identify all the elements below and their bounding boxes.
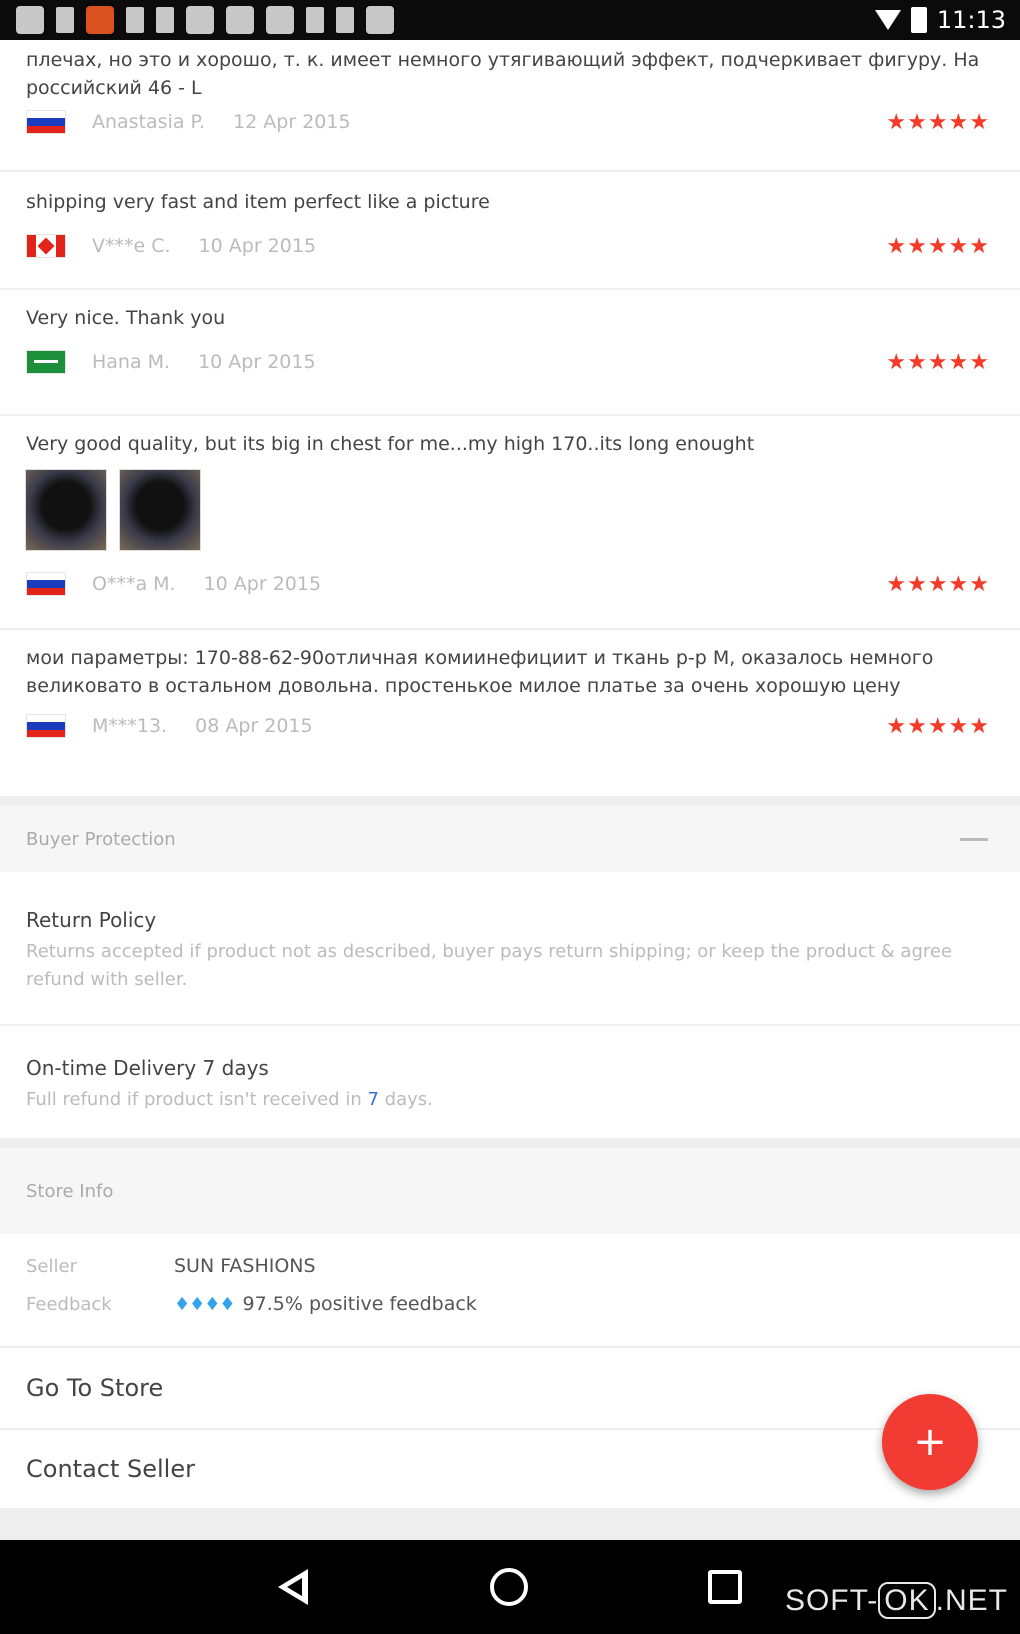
- clock: 11:13: [936, 6, 1006, 34]
- flag-russia-icon: [26, 714, 66, 738]
- seller-label: Seller: [26, 1255, 77, 1277]
- feedback-label: Feedback: [26, 1293, 112, 1315]
- image-icon: [266, 6, 294, 34]
- review-photo[interactable]: [26, 470, 106, 550]
- return-policy-title: Return Policy: [26, 908, 157, 932]
- home-button[interactable]: [490, 1568, 528, 1606]
- flag-russia-icon: [26, 572, 66, 596]
- return-policy-desc: Returns accepted if product not as descr…: [26, 941, 953, 990]
- back-button[interactable]: [278, 1569, 310, 1605]
- review-item: Very nice. Thank you Hana M. 10 Apr 2015…: [0, 290, 1020, 416]
- bottom-spacer: [0, 1508, 1020, 1540]
- store-info: Seller SUN FASHIONS Feedback ♦♦♦♦ 97.5% …: [26, 1247, 986, 1323]
- reviewer-name: M***13.: [92, 715, 168, 737]
- review-photo[interactable]: [120, 470, 200, 550]
- download-icon: [56, 7, 74, 33]
- whatsapp-icon: [16, 6, 44, 34]
- status-right: 11:13: [874, 6, 1020, 34]
- battery-icon: [910, 7, 927, 33]
- section-title: Buyer Protection: [26, 828, 176, 850]
- flag-russia-icon: [26, 110, 66, 134]
- watermark-logo: SOFT- OK .NET: [784, 1582, 1008, 1619]
- app-root: 11:13 плечах, но это и хорошо, т. к. име…: [0, 0, 1020, 1634]
- contact-seller-button[interactable]: Contact Seller: [0, 1430, 1020, 1508]
- review-list: плечах, но это и хорошо, т. к. имеет нем…: [0, 40, 1020, 778]
- feedback-value: 97.5% positive feedback: [242, 1293, 477, 1315]
- review-meta: M***13. 08 Apr 2015 ★★★★★: [26, 706, 990, 746]
- camera-icon: [366, 6, 394, 34]
- plus-icon: +: [913, 1419, 947, 1465]
- seller-name: SUN FASHIONS: [174, 1255, 316, 1277]
- reviewer-name: O***a M.: [92, 573, 176, 595]
- buyer-protection-header[interactable]: Buyer Protection: [0, 796, 1020, 872]
- mail-icon: [226, 6, 254, 34]
- delivery-title: On-time Delivery 7 days: [26, 1056, 269, 1080]
- review-item: плечах, но это и хорошо, т. к. имеет нем…: [0, 40, 1020, 172]
- review-text: плечах, но это и хорошо, т. к. имеет нем…: [26, 49, 980, 99]
- delivery-days: 7: [367, 1089, 379, 1110]
- review-text: Very good quality, but its big in chest …: [26, 433, 755, 455]
- status-bar: 11:13: [0, 0, 1020, 40]
- file-icon: [306, 7, 324, 33]
- diamond-rating-icon: ♦♦♦♦: [174, 1293, 236, 1315]
- flag-canada-icon: [26, 234, 66, 258]
- reviewer-name: Anastasia P.: [92, 111, 206, 133]
- feedback-row: Feedback ♦♦♦♦ 97.5% positive feedback: [26, 1285, 986, 1323]
- return-policy: Return Policy Returns accepted if produc…: [0, 908, 1020, 994]
- go-to-store-button[interactable]: Go To Store: [0, 1348, 1020, 1430]
- review-photos: [26, 470, 990, 550]
- add-fab-button[interactable]: +: [882, 1394, 978, 1490]
- store-info-header: Store Info: [0, 1138, 1020, 1234]
- star-rating: ★★★★★: [886, 713, 990, 739]
- review-item: shipping very fast and item perfect like…: [0, 172, 1020, 290]
- review-date: 08 Apr 2015: [195, 715, 313, 737]
- review-meta: O***a M. 10 Apr 2015 ★★★★★: [26, 564, 990, 604]
- review-text: мои параметры: 170-88-62-90отличная коми…: [26, 647, 934, 697]
- delivery-desc: Full refund if product isn't received in…: [26, 1089, 433, 1110]
- review-item: Very good quality, but its big in chest …: [0, 416, 1020, 630]
- review-meta: Anastasia P. 12 Apr 2015 ★★★★★: [26, 102, 990, 142]
- calendar-icon: [186, 6, 214, 34]
- section-title: Store Info: [26, 1180, 114, 1202]
- star-rating: ★★★★★: [886, 349, 990, 375]
- wifi-icon: [874, 10, 901, 30]
- review-meta: Hana M. 10 Apr 2015 ★★★★★: [26, 342, 990, 382]
- star-rating: ★★★★★: [886, 109, 990, 135]
- reviewer-name: Hana M.: [92, 351, 171, 373]
- divider: [0, 1024, 1020, 1026]
- seller-row: Seller SUN FASHIONS: [26, 1247, 986, 1285]
- review-meta: V***e C. 10 Apr 2015 ★★★★★: [26, 226, 990, 266]
- pin-icon: [336, 7, 354, 33]
- review-date: 10 Apr 2015: [198, 235, 317, 257]
- review-date: 12 Apr 2015: [233, 111, 351, 133]
- collapse-icon[interactable]: [960, 837, 988, 841]
- go-to-store-label: Go To Store: [26, 1374, 164, 1402]
- review-date: 10 Apr 2015: [198, 351, 316, 373]
- review-text: shipping very fast and item perfect like…: [26, 191, 490, 213]
- sim-icon: [156, 7, 174, 33]
- review-item: мои параметры: 170-88-62-90отличная коми…: [0, 630, 1020, 778]
- news-icon: [86, 6, 114, 34]
- on-time-delivery: On-time Delivery 7 days Full refund if p…: [0, 1056, 1020, 1114]
- review-text: Very nice. Thank you: [26, 307, 226, 329]
- notification-icons: [0, 6, 394, 34]
- pin-icon: [126, 7, 144, 33]
- star-rating: ★★★★★: [886, 233, 990, 259]
- star-rating: ★★★★★: [886, 571, 990, 597]
- flag-saudi-arabia-icon: [26, 350, 66, 374]
- review-date: 10 Apr 2015: [203, 573, 322, 595]
- reviewer-name: V***e C.: [92, 235, 171, 257]
- contact-seller-label: Contact Seller: [26, 1455, 195, 1483]
- recent-apps-button[interactable]: [708, 1570, 742, 1604]
